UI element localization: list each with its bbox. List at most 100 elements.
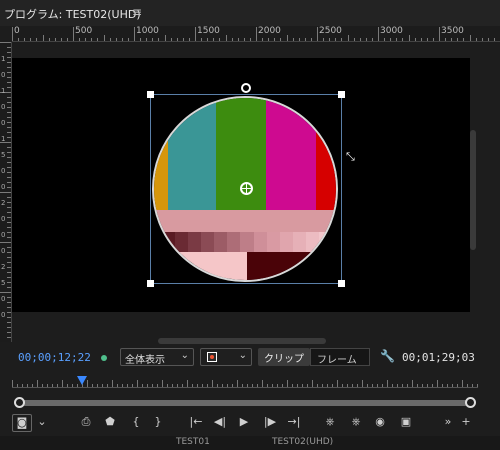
ruler-tick [323,38,325,41]
program-viewport[interactable]: ⤡ [12,58,470,312]
mini-ruler-tick [107,384,108,387]
vertical-scrollbar[interactable] [470,130,476,250]
segment-clip[interactable]: クリップ [258,348,310,366]
add-button[interactable]: + [458,414,474,430]
ruler-tick [371,38,373,41]
compare-view-icon[interactable]: ▣ [398,414,414,430]
resolution-select[interactable]: ⌄ [200,348,252,366]
wrench-icon[interactable]: 🔧 [380,349,395,363]
chevron-down-icon[interactable]: ⌄ [34,414,50,430]
overlay-toggle-icon[interactable]: ◙ [12,414,32,432]
mini-ruler-tick [152,384,153,387]
handle-top-right[interactable] [338,91,345,98]
handle-bottom-right[interactable] [338,280,345,287]
ruler-tick [432,38,434,41]
mini-ruler-tick [102,384,103,387]
mini-ruler-tick [12,380,13,387]
mini-ruler-tick [37,380,38,387]
ruler-tick [426,38,428,41]
ruler-tick [402,38,404,41]
mini-ruler-tick [172,384,173,387]
ruler-tick [42,35,44,41]
zoom-level-select[interactable]: 全体表示 ⌄ [120,348,194,366]
current-timecode[interactable]: 00;00;12;22 [18,351,91,364]
ruler-tick [158,38,160,41]
tab-test01[interactable]: TEST01 [176,437,210,447]
go-to-in-button[interactable]: |← [188,414,204,430]
ruler-tick [213,38,215,41]
mini-ruler-tick [137,380,138,387]
ruler-tick [7,187,11,188]
mini-ruler-tick [292,384,293,387]
mini-ruler-tick [277,384,278,387]
ruler-tick [176,38,178,41]
horizontal-scrollbar[interactable] [158,338,326,344]
ruler-tick [7,197,11,198]
ruler-tick [7,247,11,248]
more-button[interactable]: » [440,414,456,430]
mini-ruler-tick [92,384,93,387]
ruler-tick [60,38,62,41]
chevron-down-icon: ⌄ [180,350,189,361]
handle-bottom-left[interactable] [147,280,154,287]
ruler-tick [7,157,11,158]
mini-ruler-tick [197,384,198,387]
ruler-tick [7,207,11,208]
mini-ruler-tick [282,384,283,387]
ruler-tick [7,317,11,318]
ruler-tick [7,72,11,73]
ruler-tick [7,122,11,123]
zoom-scroll-left-handle[interactable] [14,397,25,408]
ruler-tick [207,38,209,41]
play-button[interactable]: ▶ [236,414,252,430]
anchor-point-icon[interactable] [240,182,253,195]
zoom-scroll-right-handle[interactable] [465,397,476,408]
ruler-tick [353,38,355,41]
step-back-button[interactable]: ◀| [212,414,228,430]
mini-ruler-tick [157,384,158,387]
mini-ruler-tick [302,384,303,387]
panel-title[interactable]: プログラム: TEST02(UHD) [4,6,141,22]
ruler-tick [414,38,416,41]
ruler-tick [7,62,11,63]
extract-icon[interactable]: ⎈ [348,414,364,430]
go-to-out-button[interactable]: →| [286,414,302,430]
mini-ruler-tick [327,384,328,387]
ruler-tick [396,38,398,41]
mini-ruler-tick [117,384,118,387]
mini-ruler-tick [72,384,73,387]
step-forward-button[interactable]: |▶ [262,414,278,430]
ruler-label: 1 [1,87,6,95]
mini-ruler-tick [237,380,238,387]
ruler-tick [7,52,11,53]
camera-icon[interactable]: ⎙ [78,414,94,430]
ruler-tick [0,42,11,43]
zoom-scroll-bar[interactable] [14,397,476,408]
mark-out-button[interactable]: } [150,414,166,430]
camera-icon[interactable]: ◉ [372,414,388,430]
mark-in-button[interactable]: { [128,414,144,430]
zoom-scroll-track[interactable] [20,400,470,406]
ruler-tick [451,38,453,41]
hamburger-menu-icon[interactable]: ≡ [132,5,142,19]
rotation-handle[interactable] [241,83,251,93]
ruler-tick [304,38,306,41]
vertical-ruler: 1 0 1 0 0 1 5 0 0 2 0 0 0 2 5 0 0 [0,42,12,342]
handle-top-left[interactable] [147,91,154,98]
segment-frame[interactable]: フレーム [310,348,370,366]
playhead-icon[interactable] [76,376,87,385]
ruler-tick [7,57,11,58]
tab-test02[interactable]: TEST02(UHD) [272,437,333,447]
ruler-tick [73,27,74,41]
ruler-tick [7,137,11,138]
ruler-tick [475,38,477,41]
lift-icon[interactable]: ⎈ [322,414,338,430]
ruler-tick [310,38,312,41]
ruler-label: 2500 [319,26,342,36]
mini-ruler-tick [62,380,63,387]
horizontal-ruler: 0 500 1000 1500 2000 2500 3000 3500 [12,26,500,42]
ruler-tick [420,38,422,41]
marker-icon[interactable]: ⬟ [102,414,118,430]
ruler-tick [249,38,251,41]
ruler-label: 0 [1,183,6,191]
